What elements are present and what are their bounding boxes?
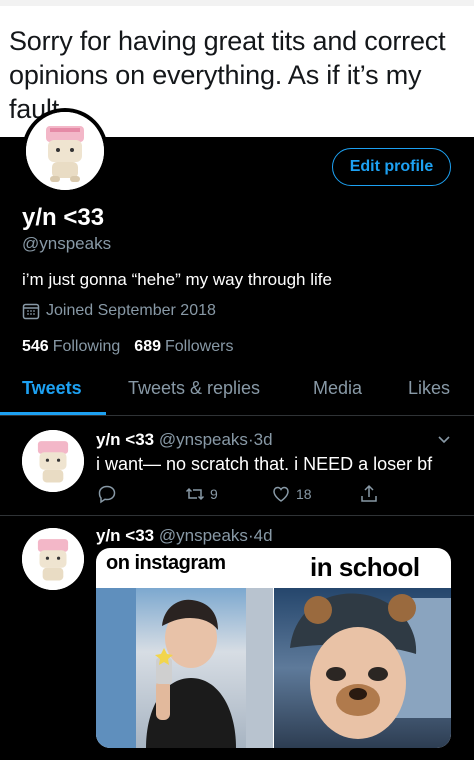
tweet-item[interactable]: y/n <33 @ynspeaks·3d i want— no scratch … (0, 416, 474, 516)
tweet-avatar[interactable] (22, 528, 84, 590)
share-button[interactable] (358, 483, 384, 505)
tweet-time[interactable]: 4d (254, 526, 273, 545)
reply-icon (98, 485, 116, 504)
share-icon (361, 484, 377, 502)
profile-bio: i’m just gonna “hehe” my way through lif… (22, 270, 332, 289)
person-selfie-icon (96, 588, 273, 748)
tweet-time[interactable]: 3d (254, 430, 273, 449)
tweet-author-name[interactable]: y/n <33 (96, 430, 154, 449)
heart-icon (273, 486, 289, 502)
person-bear-filter-icon (290, 593, 451, 739)
tab-likes[interactable]: Likes (408, 378, 450, 399)
tweet-avatar[interactable] (22, 430, 84, 492)
like-button[interactable]: 18 (270, 483, 312, 505)
plush-avatar-icon (22, 430, 84, 492)
photo-bear-filter (274, 588, 451, 748)
plush-avatar-icon (26, 112, 104, 190)
profile-avatar[interactable] (22, 108, 108, 194)
edit-profile-button[interactable]: Edit profile (332, 148, 451, 186)
tweet-author-name[interactable]: y/n <33 (96, 526, 154, 545)
profile-handle: @ynspeaks (22, 234, 112, 253)
follow-counts: 546 Following 689 Followers (22, 338, 247, 356)
photo-mirror-selfie (96, 588, 273, 748)
joined-date: Joined September 2018 (22, 302, 216, 320)
tab-tweets[interactable]: Tweets (22, 378, 82, 399)
reply-button[interactable] (96, 483, 122, 505)
joined-text: Joined September 2018 (46, 302, 216, 319)
tweet-author-handle: @ynspeaks (158, 430, 248, 449)
followers-count[interactable]: 689 (134, 338, 161, 356)
tab-tweets-and-replies[interactable]: Tweets & replies (128, 378, 260, 399)
tweet-author-handle: @ynspeaks (158, 526, 248, 545)
media-caption-right: in school (310, 552, 420, 582)
like-count: 18 (296, 486, 312, 502)
tab-media[interactable]: Media (313, 378, 362, 399)
profile-tabs: Tweets Tweets & replies Media Likes (0, 368, 474, 416)
media-caption-left: on instagram (102, 552, 230, 575)
tweet-actions: 9 18 (96, 483, 396, 507)
chevron-down-icon[interactable] (436, 432, 452, 448)
tweet-text: i want— no scratch that. i NEED a loser … (96, 454, 433, 474)
calendar-icon (22, 303, 40, 320)
tweet-media[interactable]: on instagram in school (96, 548, 451, 748)
display-name: y/n <33 (22, 204, 105, 231)
plush-avatar-icon (22, 528, 84, 590)
top-strip (0, 0, 474, 6)
retweet-count: 9 (210, 486, 218, 502)
tweet-header: y/n <33 @ynspeaks·4d (96, 526, 273, 546)
following-label[interactable]: Following (53, 338, 121, 356)
following-count[interactable]: 546 (22, 338, 49, 356)
active-tab-indicator (0, 412, 106, 415)
followers-label[interactable]: Followers (165, 338, 233, 356)
retweet-icon (185, 487, 205, 501)
tweet-header: y/n <33 @ynspeaks·3d (96, 430, 273, 450)
retweet-button[interactable]: 9 (184, 483, 218, 505)
